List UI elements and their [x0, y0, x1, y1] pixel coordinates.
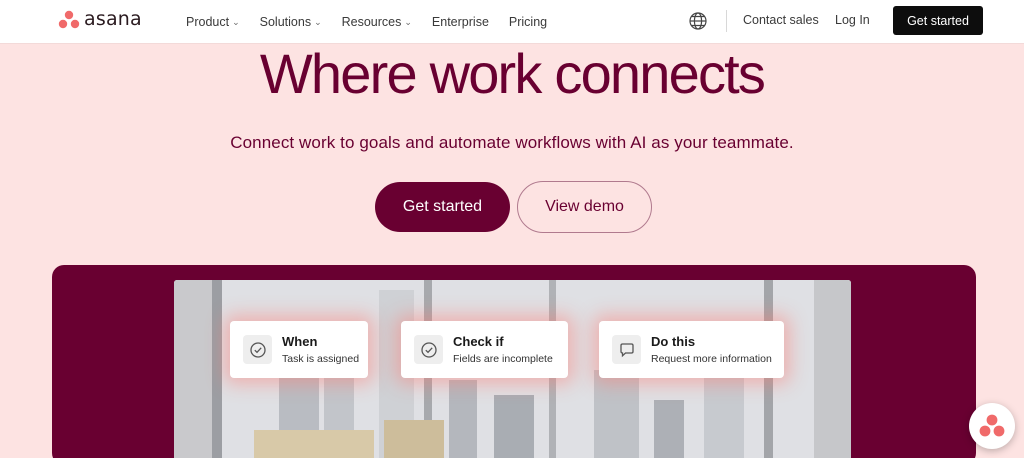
globe-icon[interactable]	[688, 11, 708, 31]
asana-dots-icon	[979, 414, 1005, 437]
workflow-card-do-this[interactable]: Do this Request more information	[599, 321, 784, 378]
workflow-card-title: Do this	[651, 333, 696, 349]
view-demo-button[interactable]: View demo	[517, 181, 652, 233]
nav-pricing-label: Pricing	[508, 14, 548, 29]
asana-logo[interactable]: asana	[58, 8, 142, 30]
workflow-cards: When Task is assigned Check if Fields ar…	[52, 265, 976, 458]
workflow-card-title: Check if	[453, 333, 504, 349]
chevron-down-icon: ⌄	[232, 16, 240, 27]
login-link[interactable]: Log In	[835, 13, 870, 27]
workflow-card-description: Request more information	[651, 352, 772, 365]
chevron-down-icon: ⌄	[314, 16, 322, 27]
site-header: asana Product ⌄ Solutions ⌄ Resources ⌄ …	[0, 0, 1024, 43]
workflow-card-when[interactable]: When Task is assigned	[230, 321, 368, 378]
nav-solutions-label: Solutions	[259, 14, 312, 29]
header-get-started-button[interactable]: Get started	[893, 6, 983, 35]
hero-subtitle: Connect work to goals and automate workf…	[230, 133, 794, 152]
header-divider	[726, 10, 727, 32]
workflow-card-description: Task is assigned	[282, 352, 360, 365]
logo-wordmark: asana	[84, 8, 142, 30]
asana-chat-button[interactable]	[969, 403, 1015, 449]
main-nav: Product ⌄ Solutions ⌄ Resources ⌄ Enterp…	[186, 0, 567, 43]
nav-enterprise[interactable]: Enterprise	[432, 15, 489, 29]
contact-sales-link[interactable]: Contact sales	[743, 13, 819, 27]
nav-solutions[interactable]: Solutions ⌄	[260, 15, 322, 29]
hero-get-started-button[interactable]: Get started	[375, 182, 510, 232]
product-showcase: When Task is assigned Check if Fields ar…	[52, 265, 976, 458]
asana-logo-icon	[58, 10, 80, 29]
workflow-card-check-if[interactable]: Check if Fields are incomplete	[401, 321, 568, 378]
check-circle-icon	[414, 335, 443, 364]
hero-title: Where work connects	[259, 42, 766, 105]
nav-resources-label: Resources	[341, 14, 402, 29]
chevron-down-icon: ⌄	[404, 16, 412, 27]
check-circle-icon	[243, 335, 272, 364]
nav-pricing[interactable]: Pricing	[509, 15, 547, 29]
nav-product[interactable]: Product ⌄	[186, 15, 240, 29]
nav-enterprise-label: Enterprise	[431, 14, 489, 29]
workflow-card-description: Fields are incomplete	[453, 352, 553, 365]
workflow-card-title: When	[282, 333, 318, 349]
nav-product-label: Product	[186, 14, 230, 29]
nav-resources[interactable]: Resources ⌄	[342, 15, 412, 29]
speech-bubble-icon	[612, 335, 641, 364]
